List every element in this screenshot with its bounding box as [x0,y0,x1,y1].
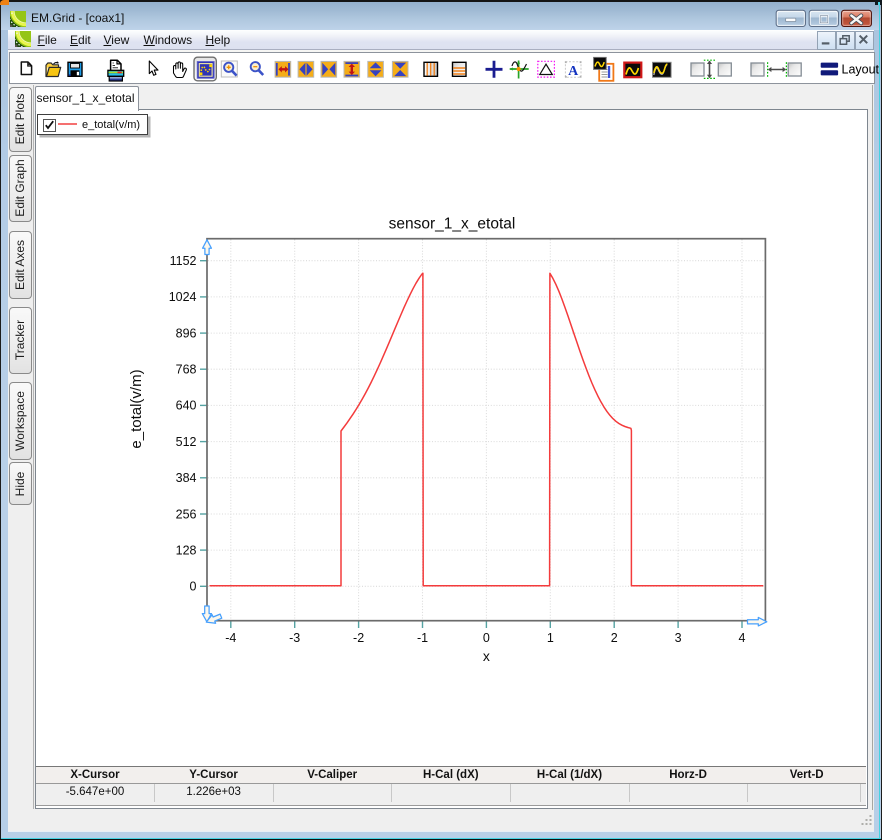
svg-text:-2: -2 [353,631,364,645]
svg-text:768: 768 [176,363,197,377]
svg-text:384: 384 [176,471,197,485]
svg-text:1: 1 [547,631,554,645]
svg-text:-3: -3 [289,631,300,645]
svg-text:-1: -1 [417,631,428,645]
svg-text:e_total(v/m): e_total(v/m) [128,369,145,448]
svg-text:sensor_1_x_etotal: sensor_1_x_etotal [389,216,516,233]
svg-text:640: 640 [176,399,197,413]
svg-text:x: x [483,648,490,664]
svg-text:1024: 1024 [169,290,197,304]
svg-text:0: 0 [483,631,490,645]
svg-text:3: 3 [675,631,682,645]
svg-text:A: A [568,64,579,79]
svg-text:-4: -4 [225,631,236,645]
svg-text:896: 896 [176,326,197,340]
svg-text:0: 0 [190,580,197,594]
svg-text:128: 128 [176,543,197,557]
svg-text:256: 256 [176,507,197,521]
svg-text:4: 4 [739,631,746,645]
svg-text:1152: 1152 [170,254,197,268]
svg-text:Layout: Layout [842,63,880,77]
svg-text:512: 512 [176,435,197,449]
svg-text:2: 2 [611,631,618,645]
